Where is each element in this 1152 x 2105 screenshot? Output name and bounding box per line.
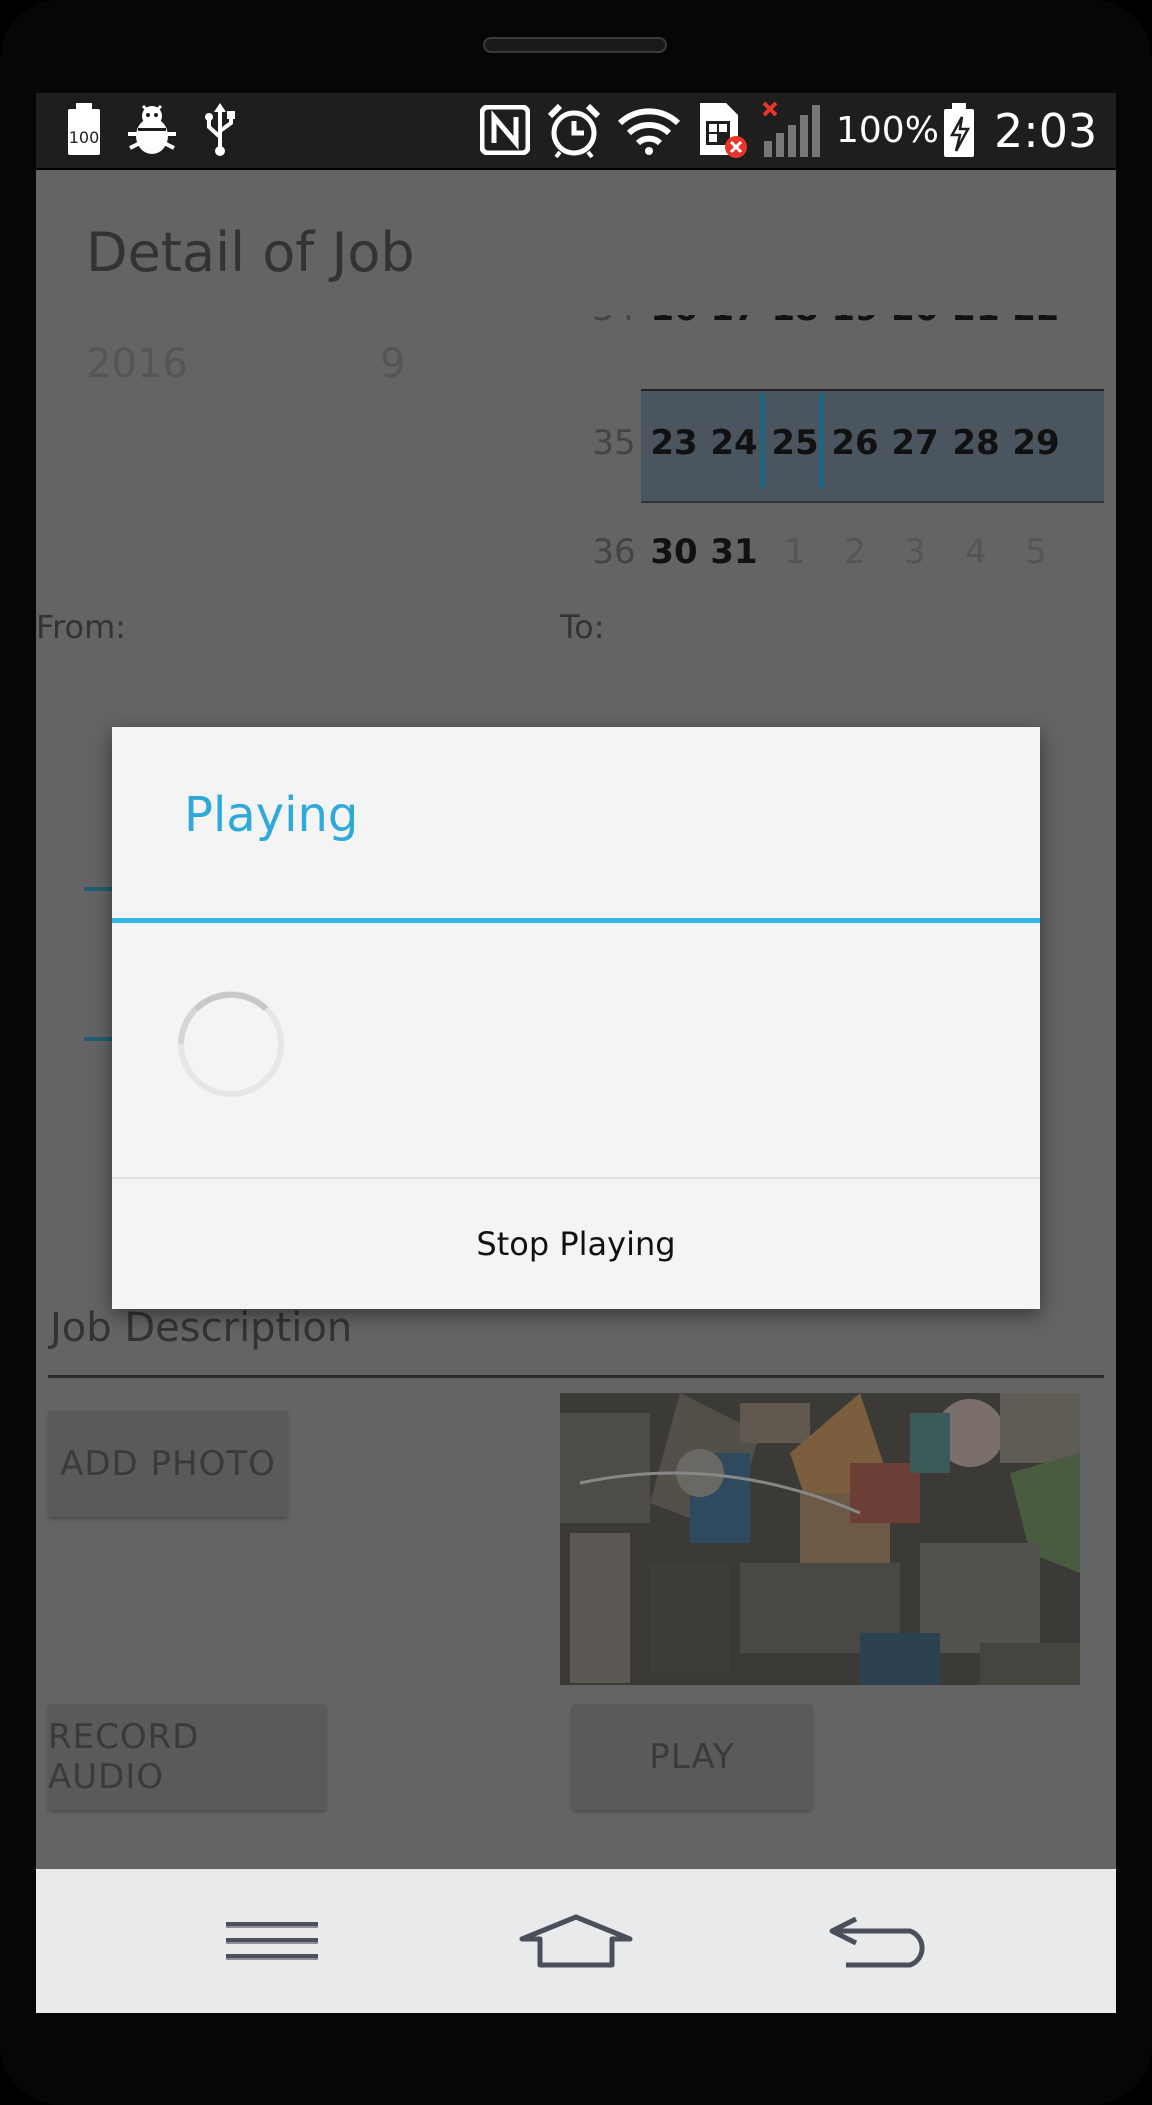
calendar-day[interactable]: 29: [1006, 413, 1066, 473]
job-description-underline: [48, 1375, 1104, 1378]
calendar-day[interactable]: 27: [885, 413, 945, 473]
svg-text:100: 100: [69, 128, 100, 147]
record-audio-button[interactable]: RECORD AUDIO: [48, 1704, 326, 1810]
nfc-icon: [479, 101, 531, 159]
calendar-day[interactable]: 3: [885, 522, 945, 582]
week-number: 36: [592, 532, 636, 572]
calendar-day[interactable]: 31: [704, 522, 764, 582]
year-picker-value[interactable]: 2016: [86, 341, 188, 387]
status-bar: 100 100% 2:03: [36, 93, 1116, 170]
job-description-field[interactable]: Job Description: [50, 1305, 352, 1351]
from-label: From:: [36, 608, 127, 646]
wifi-icon: [616, 101, 682, 159]
calendar-row-week-34: 34 16 17 18 19 20 21 22: [584, 315, 1104, 337]
battery-charging-icon: [940, 101, 978, 159]
time-picker-divider-bottom: [84, 1037, 114, 1041]
calendar-day[interactable]: 16: [644, 315, 704, 337]
home-icon[interactable]: [506, 1899, 646, 1983]
calendar-day[interactable]: 28: [946, 413, 1006, 473]
phone-frame: 100 100% 2:03 Detail of Job 2016 9 35 23…: [0, 0, 1152, 2105]
calendar-day[interactable]: 5: [1006, 522, 1066, 582]
usb-icon: [202, 101, 238, 159]
calendar-day[interactable]: 20: [885, 315, 945, 337]
calendar-row-week-36: 36 30 31 1 2 3 4 5: [584, 522, 1104, 582]
calendar-row-week-35: 35 23 24 25 26 27 28 29: [584, 413, 1104, 473]
calendar-day[interactable]: 2: [825, 522, 885, 582]
playing-dialog: Playing Stop Playing: [112, 727, 1040, 1309]
calendar-day[interactable]: 4: [946, 522, 1006, 582]
calendar-day-selected[interactable]: 25: [765, 413, 825, 473]
month-picker-value[interactable]: 9: [380, 341, 405, 387]
alarm-icon: [546, 101, 602, 159]
back-icon[interactable]: [810, 1899, 950, 1983]
battery-percent: 100%: [836, 110, 939, 151]
dialog-title: Playing: [184, 787, 359, 843]
battery-100-icon: 100: [62, 101, 106, 159]
to-label: To:: [560, 608, 605, 646]
calendar-day[interactable]: 26: [825, 413, 885, 473]
stop-playing-button[interactable]: Stop Playing: [112, 1179, 1040, 1309]
no-signal-icon: [762, 101, 822, 159]
calendar-day[interactable]: 22: [1006, 315, 1066, 337]
navigation-bar: [36, 1869, 1116, 2013]
calendar-day[interactable]: 21: [946, 315, 1006, 337]
sim-error-icon: [696, 101, 748, 159]
play-button[interactable]: PLAY: [572, 1704, 812, 1810]
calendar-day[interactable]: 19: [825, 315, 885, 337]
calendar-day[interactable]: 18: [765, 315, 825, 337]
calendar-day[interactable]: 17: [704, 315, 764, 337]
add-photo-button[interactable]: ADD PHOTO: [48, 1411, 288, 1517]
speaker-grille: [483, 37, 667, 53]
screen: 100 100% 2:03 Detail of Job 2016 9 35 23…: [36, 93, 1116, 2013]
menu-icon[interactable]: [202, 1899, 342, 1983]
week-number: 35: [592, 423, 636, 463]
clock-time: 2:03: [994, 103, 1098, 158]
calendar-day[interactable]: 1: [765, 522, 825, 582]
calendar-day[interactable]: 30: [644, 522, 704, 582]
page-title: Detail of Job: [86, 221, 415, 284]
debug-bug-icon: [124, 101, 180, 159]
dialog-title-divider: [112, 918, 1040, 923]
time-picker-divider-top: [84, 887, 114, 891]
job-photo: [560, 1393, 1080, 1685]
week-number: 34: [584, 315, 644, 337]
calendar-day[interactable]: 24: [704, 413, 764, 473]
progress-spinner-icon: [176, 989, 286, 1099]
calendar-day[interactable]: 23: [644, 413, 704, 473]
